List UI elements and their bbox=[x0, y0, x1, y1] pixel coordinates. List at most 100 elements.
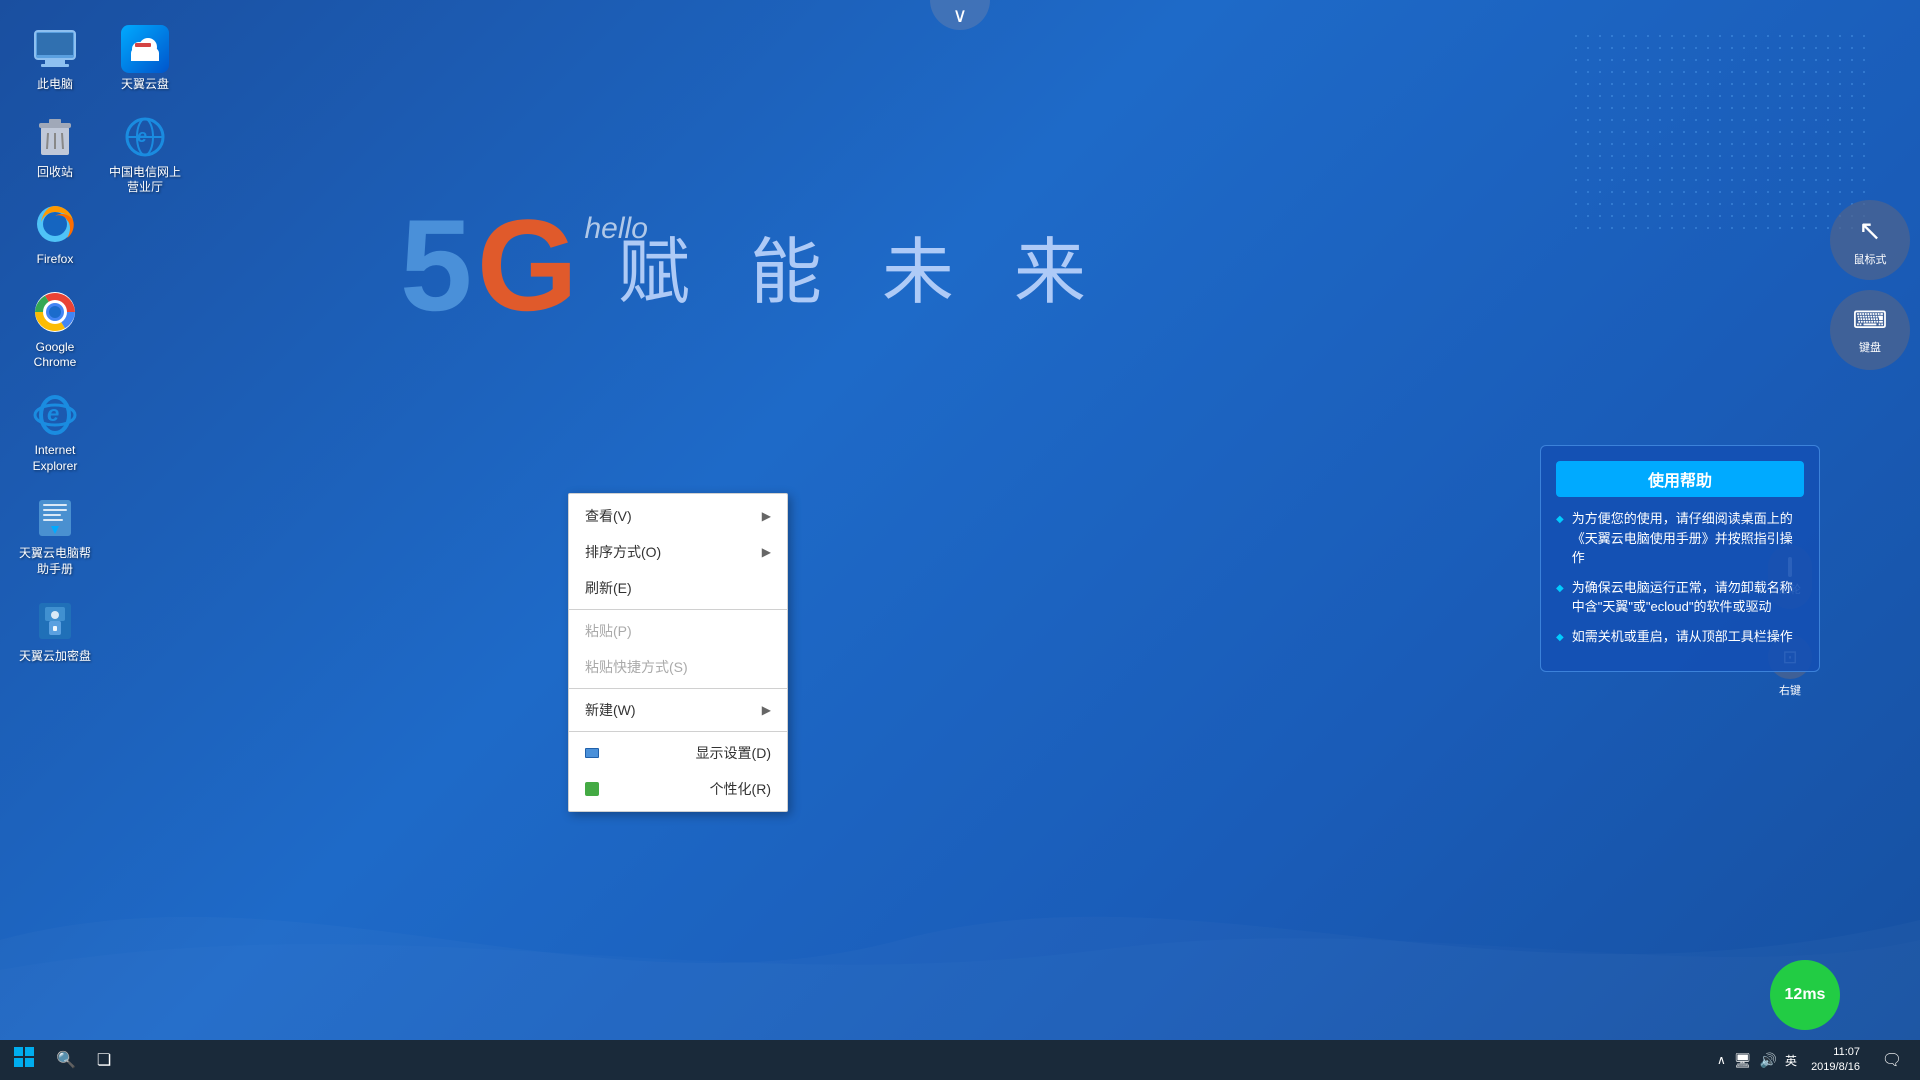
help-item-1: ◆ 为方便您的使用，请仔细阅读桌面上的《天翼云电脑使用手册》并按照指引操作 bbox=[1556, 509, 1804, 568]
taskbar: 🔍 ❏ ∧ 🖥 🔊 英 11:07 2019/8/16 🗨 bbox=[0, 1040, 1920, 1080]
context-menu-sort-label: 排序方式(O) bbox=[585, 542, 661, 562]
context-menu-refresh[interactable]: 刷新(E) bbox=[569, 570, 787, 606]
desktop-icon-tianyi-manual[interactable]: 天翼云电脑帮助手册 bbox=[10, 489, 100, 582]
desktop-icon-tianyi-encrypt-label: 天翼云加密盘 bbox=[19, 649, 91, 665]
desktop-icon-this-pc-label: 此电脑 bbox=[37, 77, 73, 93]
desktop-icon-this-pc[interactable]: 此电脑 bbox=[10, 20, 100, 98]
svg-text:e: e bbox=[47, 401, 59, 426]
help-panel-title: 使用帮助 bbox=[1556, 461, 1804, 497]
help-text-1: 为方便您的使用，请仔细阅读桌面上的《天翼云电脑使用手册》并按照指引操作 bbox=[1572, 509, 1804, 568]
ping-value: 12ms bbox=[1785, 986, 1826, 1004]
tray-expand-icon[interactable]: ∧ bbox=[1717, 1053, 1726, 1067]
desktop-icon-tianyi-cloud[interactable]: 天翼云盘 bbox=[100, 20, 190, 98]
desktop-icon-firefox[interactable]: Firefox bbox=[10, 195, 100, 273]
keyboard-mode-button[interactable]: ⌨ 键盘 bbox=[1830, 290, 1910, 370]
clock-date: 2019/8/16 bbox=[1811, 1060, 1860, 1075]
display-settings-icon bbox=[585, 748, 599, 758]
context-menu-sort[interactable]: 排序方式(O) ▶ bbox=[569, 534, 787, 570]
clock-area[interactable]: 11:07 2019/8/16 bbox=[1803, 1045, 1868, 1076]
wave-decoration bbox=[0, 840, 1920, 1040]
desktop-icon-chrome[interactable]: Google Chrome bbox=[10, 283, 100, 376]
context-menu-personalize[interactable]: 个性化(R) bbox=[569, 771, 787, 807]
tianyi-encrypt-icon bbox=[31, 597, 79, 645]
context-menu-view[interactable]: 查看(V) ▶ bbox=[569, 498, 787, 534]
keyboard-icon: ⌨ bbox=[1853, 306, 1888, 335]
desktop-icon-tianyi-encrypt[interactable]: 天翼云加密盘 bbox=[10, 592, 100, 670]
help-panel: 使用帮助 ◆ 为方便您的使用，请仔细阅读桌面上的《天翼云电脑使用手册》并按照指引… bbox=[1540, 445, 1820, 672]
desktop-icon-tianyi-manual-label: 天翼云电脑帮助手册 bbox=[15, 546, 95, 577]
submenu-arrow-icon: ▶ bbox=[762, 545, 771, 559]
context-menu-view-label: 查看(V) bbox=[585, 506, 632, 526]
logo-5: 5 bbox=[400, 192, 472, 338]
desktop: ∨ 5 G hello 赋 能 未 来 此电 bbox=[0, 0, 1920, 1080]
mouse-mode-label: 鼠标式 bbox=[1854, 251, 1887, 267]
telecom-store-icon: e bbox=[121, 113, 169, 161]
help-text-2: 为确保云电脑运行正常，请勿卸载名称中含"天翼"或"ecloud"的软件或驱动 bbox=[1572, 578, 1804, 617]
logo-g: G bbox=[477, 192, 578, 338]
help-item-2: ◆ 为确保云电脑运行正常，请勿卸载名称中含"天翼"或"ecloud"的软件或驱动 bbox=[1556, 578, 1804, 617]
personalize-icon bbox=[585, 782, 599, 796]
task-view-icon: ❏ bbox=[97, 1050, 111, 1070]
tianyi-manual-icon bbox=[31, 494, 79, 542]
scroll-up-button[interactable]: ∨ bbox=[930, 0, 990, 30]
context-menu-refresh-label: 刷新(E) bbox=[585, 578, 632, 598]
cursor-icon: ↖ bbox=[1858, 214, 1881, 247]
submenu-arrow-icon: ▶ bbox=[762, 703, 771, 717]
keyboard-mode-label: 键盘 bbox=[1859, 339, 1881, 355]
chrome-icon bbox=[31, 288, 79, 336]
context-menu-paste-label: 粘贴(P) bbox=[585, 621, 632, 641]
pc-icon bbox=[31, 25, 79, 73]
help-text-3: 如需关机或重启，请从顶部工具栏操作 bbox=[1572, 627, 1793, 647]
notification-icon: 🗨 bbox=[1882, 1050, 1902, 1070]
tray-lang-indicator[interactable]: 英 bbox=[1785, 1052, 1797, 1069]
search-button[interactable]: 🔍 bbox=[48, 1040, 84, 1080]
context-menu-paste: 粘贴(P) bbox=[569, 613, 787, 649]
diamond-icon-1: ◆ bbox=[1556, 512, 1564, 527]
context-menu-new-label: 新建(W) bbox=[585, 700, 636, 720]
diamond-icon-2: ◆ bbox=[1556, 581, 1564, 596]
menu-separator-1 bbox=[569, 609, 787, 610]
context-menu-paste-shortcut-label: 粘贴快捷方式(S) bbox=[585, 657, 688, 677]
desktop-icon-column-1: 此电脑 回收站 bbox=[10, 20, 100, 670]
logo-area: 5 G hello 赋 能 未 来 bbox=[400, 200, 1620, 330]
notification-button[interactable]: 🗨 bbox=[1874, 1040, 1910, 1080]
svg-text:e: e bbox=[137, 126, 147, 146]
context-menu-display-label: 显示设置(D) bbox=[696, 743, 771, 763]
context-menu-personalize-label: 个性化(R) bbox=[710, 779, 771, 799]
desktop-icon-recycle-label: 回收站 bbox=[37, 165, 73, 181]
chevron-down-icon: ∨ bbox=[953, 3, 968, 28]
context-menu-paste-shortcut: 粘贴快捷方式(S) bbox=[569, 649, 787, 685]
desktop-icon-telecom-store[interactable]: e 中国电信网上营业厅 bbox=[100, 108, 190, 201]
diamond-icon-3: ◆ bbox=[1556, 630, 1564, 645]
desktop-icon-telecom-label: 中国电信网上营业厅 bbox=[105, 165, 185, 196]
context-menu-new[interactable]: 新建(W) ▶ bbox=[569, 692, 787, 728]
right-panel: ↖ 鼠标式 ⌨ 键盘 bbox=[1830, 200, 1920, 370]
menu-separator-3 bbox=[569, 731, 787, 732]
desktop-icon-recycle[interactable]: 回收站 bbox=[10, 108, 100, 186]
tray-volume-icon[interactable]: 🔊 bbox=[1760, 1052, 1777, 1069]
desktop-icon-tianyi-cloud-label: 天翼云盘 bbox=[121, 77, 169, 93]
clock-time: 11:07 bbox=[1833, 1045, 1860, 1060]
help-item-3: ◆ 如需关机或重启，请从顶部工具栏操作 bbox=[1556, 627, 1804, 647]
desktop-icon-ie[interactable]: e Internet Explorer bbox=[10, 386, 100, 479]
context-menu-display[interactable]: 显示设置(D) bbox=[569, 735, 787, 771]
context-menu: 查看(V) ▶ 排序方式(O) ▶ 刷新(E) 粘贴(P) 粘贴快捷方式(S) … bbox=[568, 493, 788, 812]
recycle-bin-icon bbox=[31, 113, 79, 161]
firefox-icon bbox=[31, 200, 79, 248]
tray-icons: ∧ 🖥 🔊 英 bbox=[1717, 1052, 1797, 1069]
system-tray: ∧ 🖥 🔊 英 11:07 2019/8/16 🗨 bbox=[1717, 1040, 1920, 1080]
task-view-button[interactable]: ❏ bbox=[84, 1040, 124, 1080]
ping-badge[interactable]: 12ms bbox=[1770, 960, 1840, 1030]
tianyi-cloud-icon bbox=[121, 25, 169, 73]
right-click-label: 右键 bbox=[1779, 685, 1801, 697]
windows-logo-icon bbox=[14, 1047, 34, 1073]
search-icon: 🔍 bbox=[56, 1050, 76, 1070]
desktop-icon-chrome-label: Google Chrome bbox=[15, 340, 95, 371]
logo-tagline: 赋 能 未 来 bbox=[618, 213, 1106, 318]
start-button[interactable] bbox=[0, 1040, 48, 1080]
desktop-icon-firefox-label: Firefox bbox=[37, 252, 74, 268]
tray-network-icon[interactable]: 🖥 bbox=[1734, 1052, 1752, 1069]
mouse-mode-button[interactable]: ↖ 鼠标式 bbox=[1830, 200, 1910, 280]
submenu-arrow-icon: ▶ bbox=[762, 509, 771, 523]
logo-hello: hello bbox=[585, 212, 648, 246]
